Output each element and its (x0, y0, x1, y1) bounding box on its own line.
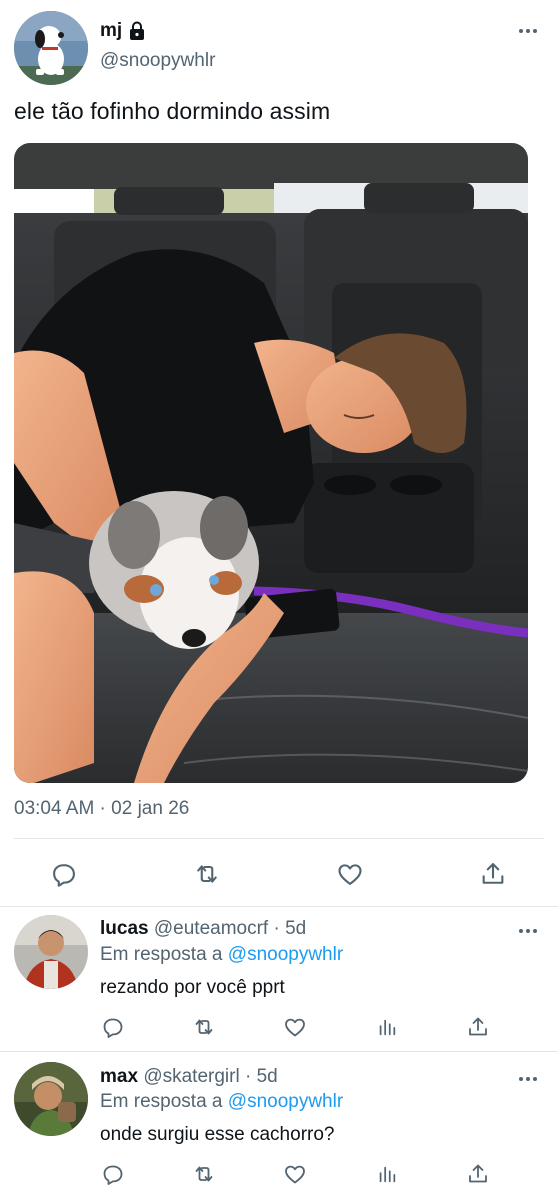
retweet-icon[interactable] (182, 1007, 226, 1047)
reply-avatar[interactable] (14, 1062, 88, 1136)
tweet-action-bar (0, 852, 558, 896)
tweet-photo[interactable] (14, 143, 528, 783)
replying-to: Em resposta a @snoopywhlr (100, 944, 343, 966)
reply-action-bar (0, 1154, 558, 1194)
tweet-timestamp[interactable]: 03:04 AM · 02 jan 26 (14, 798, 189, 820)
replying-to: Em resposta a @snoopywhlr (100, 1091, 343, 1113)
reply-action-bar (0, 1007, 558, 1047)
reply-author-handle[interactable]: @skatergirl (143, 1066, 239, 1087)
reply-icon[interactable] (42, 852, 86, 896)
retweet-icon[interactable] (185, 852, 229, 896)
reply-mention[interactable]: @snoopywhlr (228, 1091, 343, 1112)
author-avatar[interactable] (14, 11, 88, 85)
tweet-text: ele tão fofinho dormindo assim (14, 98, 331, 124)
reply-text: onde surgiu esse cachorro? (100, 1124, 335, 1145)
more-icon[interactable] (518, 924, 538, 936)
reply-text: rezando por você pprt (100, 977, 285, 998)
heart-icon[interactable] (328, 852, 372, 896)
heart-icon[interactable] (273, 1007, 317, 1047)
heart-icon[interactable] (273, 1154, 317, 1194)
reply-icon[interactable] (91, 1007, 135, 1047)
author-info: mj @snoopywhlr (100, 18, 215, 72)
more-icon[interactable] (518, 24, 538, 36)
reply-author-name[interactable]: max (100, 1066, 138, 1087)
separator-dot: · (244, 1066, 252, 1087)
more-icon[interactable] (518, 1072, 538, 1084)
share-icon[interactable] (456, 1007, 500, 1047)
author-name[interactable]: mj (100, 20, 122, 42)
reply-item[interactable]: max @skatergirl · 5d Em resposta a @snoo… (0, 1052, 558, 1200)
retweet-icon[interactable] (182, 1154, 226, 1194)
reply-time[interactable]: 5d (285, 918, 306, 939)
reply-mention[interactable]: @snoopywhlr (228, 944, 343, 965)
divider (14, 838, 544, 839)
reply-prefix: Em resposta a (100, 944, 223, 965)
analytics-icon[interactable] (365, 1154, 409, 1194)
reply-item[interactable]: lucas @euteamocrf · 5d Em resposta a @sn… (0, 907, 558, 1051)
reply-author-handle[interactable]: @euteamocrf (154, 918, 268, 939)
reply-prefix: Em resposta a (100, 1091, 223, 1112)
reply-icon[interactable] (91, 1154, 135, 1194)
reply-time[interactable]: 5d (257, 1066, 278, 1087)
analytics-icon[interactable] (365, 1007, 409, 1047)
separator-dot: · (273, 918, 280, 939)
reply-avatar[interactable] (14, 915, 88, 989)
share-icon[interactable] (456, 1154, 500, 1194)
author-handle[interactable]: @snoopywhlr (100, 50, 215, 72)
reply-author-name[interactable]: lucas (100, 918, 149, 939)
lock-icon (128, 21, 146, 41)
share-icon[interactable] (471, 852, 515, 896)
